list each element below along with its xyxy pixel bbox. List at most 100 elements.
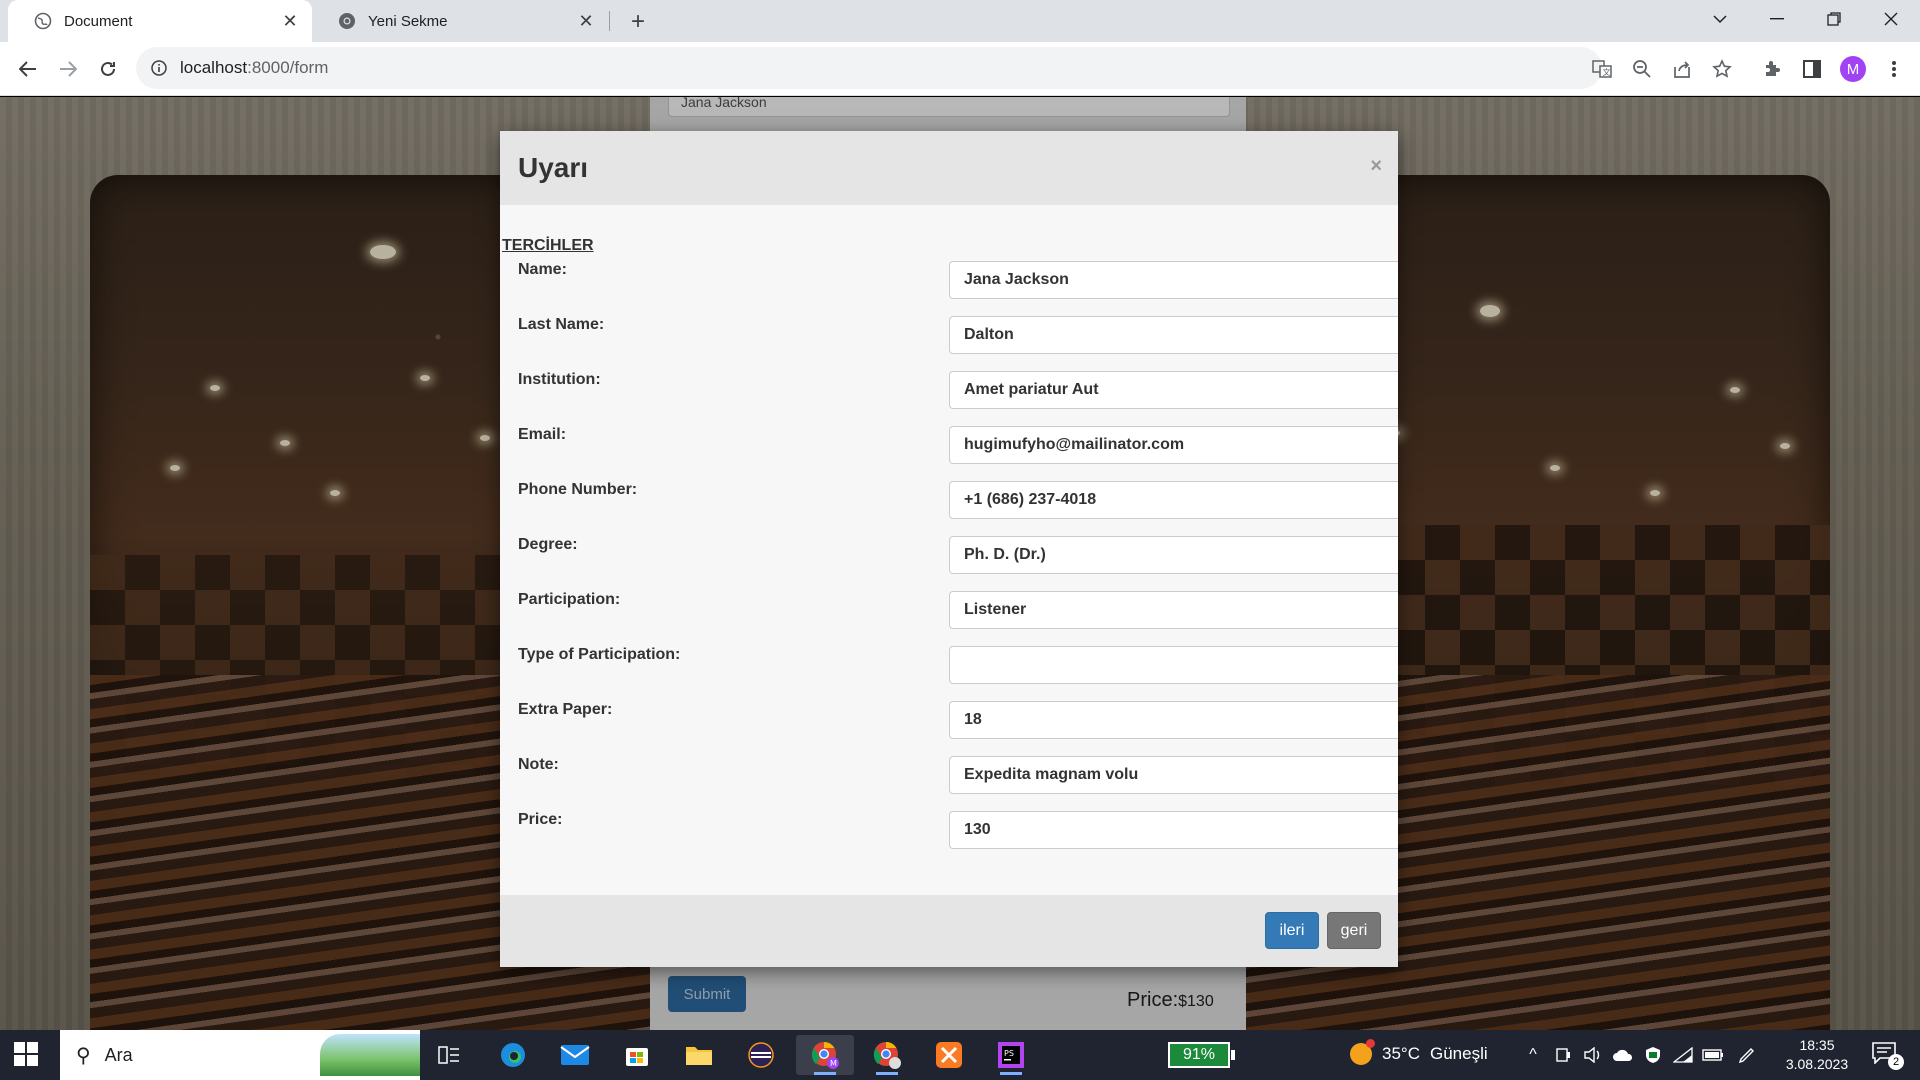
email-label: Email: [518, 426, 567, 443]
device-icon[interactable] [1552, 1044, 1574, 1066]
profile-avatar[interactable]: M [1840, 56, 1866, 82]
participation-type-field[interactable] [949, 646, 1398, 684]
active-app-indicator [814, 1072, 836, 1075]
degree-label: Degree: [518, 536, 578, 553]
battery-tip [1231, 1050, 1235, 1060]
chrome-icon[interactable] [858, 1035, 916, 1075]
battery-widget[interactable]: 91% [1168, 1042, 1230, 1068]
back-arrow-icon[interactable] [12, 53, 44, 85]
modal-footer: ileri geri [500, 895, 1398, 967]
tab-separator [609, 11, 610, 31]
zoom-icon[interactable] [1628, 55, 1656, 83]
name-label: Name: [518, 261, 567, 278]
share-icon[interactable] [1668, 55, 1696, 83]
close-icon[interactable]: × [1370, 155, 1382, 178]
tab-title: Yeni Sekme [368, 12, 448, 30]
close-tab-icon[interactable]: ✕ [280, 11, 300, 31]
modal-header: Uyarı × [500, 131, 1398, 205]
info-icon[interactable] [148, 57, 170, 79]
sun-icon [1350, 1039, 1375, 1065]
back-button[interactable]: geri [1327, 912, 1381, 949]
address-bar[interactable]: localhost:8000/form [136, 47, 1602, 89]
svg-text:文: 文 [1603, 67, 1611, 77]
phone-field[interactable]: +1 (686) 237-4018 [949, 481, 1398, 519]
tab-document[interactable]: Document ✕ [8, 0, 312, 42]
mail-icon[interactable] [546, 1035, 604, 1075]
security-shield-icon[interactable] [1642, 1044, 1664, 1066]
translate-icon[interactable]: 文 [1588, 55, 1616, 83]
search-placeholder: Ara [104, 1044, 133, 1065]
volume-icon[interactable] [1582, 1044, 1604, 1066]
weather-widget[interactable]: 35°C Güneşli [1350, 1039, 1488, 1065]
new-tab-button[interactable]: + [624, 8, 652, 36]
participation-type-label: Type of Participation: [518, 646, 681, 663]
email-field[interactable]: hugimufyho@mailinator.com [949, 426, 1398, 464]
svg-text:PS: PS [1004, 1049, 1014, 1058]
chrome-profile-icon[interactable]: M [796, 1035, 854, 1075]
next-button[interactable]: ileri [1265, 912, 1319, 949]
section-title: TERCİHLER [502, 237, 594, 254]
svg-text:M: M [830, 1059, 837, 1068]
onedrive-cloud-icon[interactable] [1612, 1044, 1634, 1066]
pen-icon[interactable] [1736, 1044, 1758, 1066]
notification-badge: 2 [1888, 1054, 1904, 1070]
windows-start-icon[interactable] [14, 1042, 38, 1066]
close-window-button[interactable] [1863, 0, 1919, 38]
minimize-button[interactable] [1749, 0, 1805, 38]
search-highlight-image [320, 1034, 420, 1076]
close-tab-icon[interactable]: ✕ [576, 11, 596, 31]
search-icon: ⚲ [76, 1044, 91, 1067]
eclipse-icon[interactable] [732, 1035, 790, 1075]
windows-taskbar: ⚲ Ara M PS 91% 35°C Güneşli ^ 18:35 3.08… [0, 1030, 1920, 1080]
participation-field[interactable]: Listener [949, 591, 1398, 629]
store-icon[interactable] [608, 1035, 666, 1075]
extra-paper-field[interactable]: 18 [949, 701, 1398, 739]
globe-icon [34, 12, 52, 30]
xampp-icon[interactable] [920, 1035, 978, 1075]
file-explorer-icon[interactable] [670, 1035, 728, 1075]
last-name-field[interactable]: Dalton [949, 316, 1398, 354]
clock-date: 3.08.2023 [1785, 1056, 1849, 1072]
price-field[interactable]: 130 [949, 811, 1398, 849]
bookmark-star-icon[interactable] [1708, 55, 1736, 83]
battery-icon[interactable] [1702, 1044, 1724, 1066]
menu-kebab-icon[interactable] [1880, 55, 1908, 83]
reload-icon[interactable] [92, 53, 124, 85]
degree-field[interactable]: Ph. D. (Dr.) [949, 536, 1398, 574]
tab-title: Document [64, 12, 133, 30]
institution-field[interactable]: Amet pariatur Aut [949, 371, 1398, 409]
page-viewport: Jana Jackson Submit Price:$130 Uyarı × T… [0, 97, 1920, 1030]
alert-modal: Uyarı × TERCİHLER Name: Jana Jackson Las… [500, 131, 1398, 967]
phone-label: Phone Number: [518, 481, 638, 498]
extensions-puzzle-icon[interactable] [1758, 55, 1786, 83]
task-view-icon[interactable] [420, 1035, 478, 1075]
edge-browser-icon[interactable] [484, 1035, 542, 1075]
weather-temp: 35°C [1382, 1044, 1420, 1063]
taskbar-search-box[interactable]: ⚲ Ara [60, 1030, 420, 1080]
note-field[interactable]: Expedita magnam volu [949, 756, 1398, 794]
tab-yeni-sekme[interactable]: Yeni Sekme ✕ [312, 0, 608, 42]
extra-paper-label: Extra Paper: [518, 701, 613, 718]
name-field[interactable]: Jana Jackson [949, 261, 1398, 299]
active-app-indicator [1000, 1072, 1022, 1075]
forward-arrow-icon[interactable] [52, 53, 84, 85]
modal-body: TERCİHLER Name: Jana Jackson Last Name: … [500, 205, 1398, 895]
note-label: Note: [518, 756, 559, 773]
browser-toolbar: localhost:8000/form 文 M [0, 42, 1920, 96]
side-panel-icon[interactable] [1798, 55, 1826, 83]
browser-tab-bar: Document ✕ Yeni Sekme ✕ + [0, 0, 1920, 42]
price-label: Price: [518, 811, 563, 828]
weather-desc: Güneşli [1429, 1044, 1488, 1063]
clock-time: 18:35 [1799, 1037, 1835, 1053]
institution-label: Institution: [518, 371, 601, 388]
taskbar-clock[interactable]: 18:35 3.08.2023 [1772, 1036, 1862, 1074]
restore-button[interactable] [1806, 0, 1862, 38]
tab-search-icon[interactable] [1692, 0, 1748, 38]
last-name-label: Last Name: [518, 316, 605, 333]
phpstorm-icon[interactable]: PS [982, 1035, 1040, 1075]
notification-center-icon[interactable]: 2 [1872, 1042, 1904, 1070]
wifi-icon[interactable] [1672, 1044, 1694, 1066]
participation-label: Participation: [518, 591, 621, 608]
chevron-up-icon[interactable]: ^ [1522, 1044, 1544, 1066]
chrome-icon [338, 12, 356, 30]
